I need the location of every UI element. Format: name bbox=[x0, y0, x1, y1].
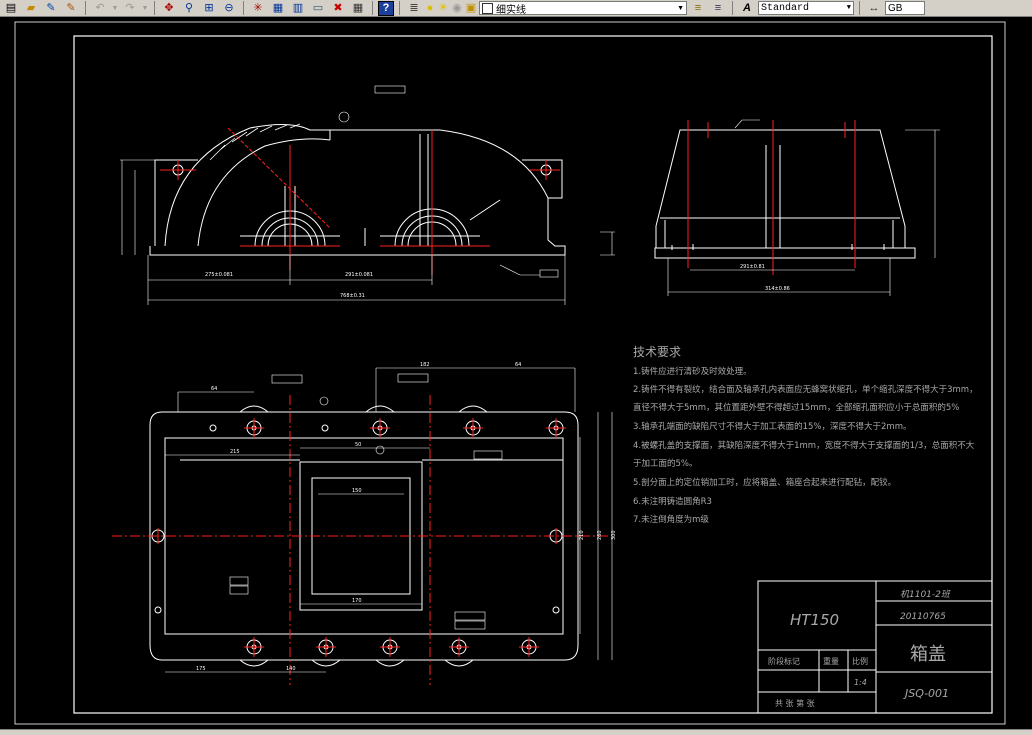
dim-text: 215 bbox=[230, 449, 240, 455]
dim-text: 64 bbox=[515, 362, 521, 368]
tech-note: 6.未注明铸造圆角R3 bbox=[633, 496, 712, 507]
new-file-icon[interactable]: ▤ bbox=[2, 1, 20, 16]
match-properties-icon[interactable]: ✎ bbox=[62, 1, 80, 16]
zoom-realtime-icon[interactable]: ⚲ bbox=[180, 1, 198, 16]
toolbar-separator bbox=[85, 1, 86, 15]
layer-current: 细实线 bbox=[482, 1, 526, 16]
dim-text: 50 bbox=[355, 442, 361, 448]
drawing-canvas[interactable]: 275±0.081 291±0.081 768±0.31 291±0.81 31… bbox=[0, 17, 1032, 730]
help-icon[interactable]: ? bbox=[378, 0, 394, 16]
layer-freeze-sun-icon[interactable]: ☀ bbox=[437, 1, 449, 16]
scale-value: 1:4 bbox=[854, 678, 867, 687]
chevron-down-icon: ▼ bbox=[677, 4, 684, 12]
toolbar-separator bbox=[732, 1, 733, 15]
dim-text: 314±0.86 bbox=[765, 286, 790, 292]
dim-text: 150 bbox=[352, 488, 362, 494]
undo-dropdown-icon[interactable]: ▼ bbox=[111, 1, 119, 16]
layer-name: 细实线 bbox=[496, 4, 526, 16]
layer-viewport-icon[interactable]: ◉ bbox=[451, 1, 463, 16]
tech-note: 3.轴承孔端面的缺陷尺寸不得大于加工表面的15%，深度不得大于2mm。 bbox=[633, 421, 911, 432]
title-block-text: HT150 机1101-2班 20110765 箱盖 阶段标记 重量 比例 1:… bbox=[768, 589, 952, 708]
dim-text: 140 bbox=[286, 666, 296, 672]
chevron-down-icon: ▼ bbox=[846, 4, 851, 12]
text-style-name: Standard bbox=[761, 2, 810, 14]
pan-icon[interactable]: ✥ bbox=[160, 1, 178, 16]
technical-requirements: 技术要求 1.铸件应进行清砂及时效处理。 2.铸件不得有裂纹，结合面及轴承孔内表… bbox=[633, 345, 978, 525]
dim-text: 291±0.081 bbox=[345, 272, 373, 278]
sheet-set-icon[interactable]: ▭ bbox=[309, 1, 327, 16]
top-view-dim-text: 64 182 64 215 50 150 170 175 140 210 260… bbox=[196, 362, 617, 672]
layer-color-swatch bbox=[482, 2, 493, 14]
outer-frame bbox=[14, 21, 1006, 725]
open-file-icon[interactable]: ▰ bbox=[22, 1, 40, 16]
zoom-window-icon[interactable]: ⊞ bbox=[200, 1, 218, 16]
tech-note: 5.剖分面上的定位销加工时，应将箱盖、箱座合起来进行配钻，配铰。 bbox=[633, 477, 896, 488]
side-view bbox=[654, 129, 916, 259]
zoom-previous-icon[interactable]: ⊖ bbox=[220, 1, 238, 16]
tech-note: 1.铸件应进行清砂及时效处理。 bbox=[633, 366, 752, 377]
dim-text: 275±0.081 bbox=[205, 272, 233, 278]
redo-icon[interactable]: ↷ bbox=[121, 1, 139, 16]
drawing-no-text: JSQ-001 bbox=[903, 687, 949, 700]
dim-text: 64 bbox=[211, 386, 217, 392]
dim-text: 182 bbox=[420, 362, 430, 368]
standard-toolbar: ▤ ▰ ✎ ✎ ↶ ▼ ↷ ▼ ✥ ⚲ ⊞ ⊖ ✳ ▦ ▥ ▭ ✖ ▦ ? ≣ … bbox=[0, 0, 1032, 17]
top-view-dims bbox=[165, 367, 613, 673]
layer-lock-icon[interactable]: ▣ bbox=[465, 1, 477, 16]
stage-label: 阶段标记 bbox=[768, 656, 800, 666]
title-block bbox=[757, 580, 993, 714]
layer-dropdown[interactable]: 细实线 ▼ bbox=[479, 1, 687, 16]
tech-note: 2.铸件不得有裂纹，结合面及轴承孔内表面应无蜂窝状缩孔，单个缩孔深度不得大于3m… bbox=[633, 384, 978, 395]
toolbar-separator bbox=[243, 1, 244, 15]
material-text: HT150 bbox=[790, 611, 839, 629]
pencil-icon[interactable]: ✎ bbox=[42, 1, 60, 16]
weight-label: 重量 bbox=[823, 656, 839, 666]
dim-text: 300 bbox=[611, 530, 617, 540]
side-view-dim-text: 291±0.81 314±0.86 bbox=[740, 264, 790, 292]
front-view-dim-text: 275±0.081 291±0.081 768±0.31 bbox=[205, 272, 373, 299]
dim-text: 260 bbox=[597, 530, 603, 540]
command-line[interactable] bbox=[0, 729, 1032, 735]
layer-manager-icon[interactable]: ≣ bbox=[405, 1, 423, 16]
dim-text: 291±0.81 bbox=[740, 264, 765, 270]
side-view-centerlines bbox=[687, 120, 856, 275]
redo-dropdown-icon[interactable]: ▼ bbox=[141, 1, 149, 16]
scale-label: 比例 bbox=[852, 656, 868, 666]
dim-text: 170 bbox=[352, 598, 362, 604]
tech-title: 技术要求 bbox=[633, 345, 681, 359]
dim-text: 175 bbox=[196, 666, 206, 672]
make-layer-current-icon[interactable]: ≡ bbox=[689, 1, 707, 16]
markup-icon[interactable]: ✖ bbox=[329, 1, 347, 16]
layer-on-bulb-icon[interactable]: ● bbox=[425, 1, 435, 16]
dimension-style-name: GB bbox=[888, 2, 903, 14]
calculator-icon[interactable]: ▦ bbox=[349, 1, 367, 16]
toolbar-separator bbox=[399, 1, 400, 15]
sheet-label: 共 张 第 张 bbox=[775, 698, 815, 708]
tech-note: 直径不得大于5mm，其位置距外壁不得超过15mm，全部缩孔面积应小于总面积的5% bbox=[633, 402, 959, 413]
dimension-style-icon[interactable]: ↔ bbox=[865, 1, 883, 16]
front-view bbox=[149, 123, 566, 256]
side-view-dims bbox=[667, 119, 940, 296]
text-style-dropdown[interactable]: Standard ▼ bbox=[758, 1, 854, 15]
toolbar-separator bbox=[372, 1, 373, 15]
layer-previous-icon[interactable]: ≡ bbox=[709, 1, 727, 16]
text-style-icon[interactable]: A bbox=[738, 1, 756, 16]
tech-note: 4.被螺孔盖的支撑面，其缺陷深度不得大于1mm，宽度不得大于支撑面的1/3，总面… bbox=[633, 440, 975, 451]
cad-drawing: 275±0.081 291±0.081 768±0.31 291±0.81 31… bbox=[14, 21, 1006, 725]
student-no-text: 20110765 bbox=[900, 612, 946, 622]
dimension-style-dropdown[interactable]: GB bbox=[885, 1, 925, 15]
dim-text: 210 bbox=[579, 530, 585, 540]
toolbar-separator bbox=[859, 1, 860, 15]
properties-icon[interactable]: ✳ bbox=[249, 1, 267, 16]
tech-note: 于加工面的5%。 bbox=[633, 458, 698, 469]
design-center-icon[interactable]: ▦ bbox=[269, 1, 287, 16]
toolbar-separator bbox=[154, 1, 155, 15]
undo-icon[interactable]: ↶ bbox=[91, 1, 109, 16]
drawing-border bbox=[73, 35, 993, 714]
part-name-text: 箱盖 bbox=[910, 644, 946, 665]
dim-text: 768±0.31 bbox=[340, 293, 365, 299]
class-text: 机1101-2班 bbox=[900, 589, 952, 600]
tool-palettes-icon[interactable]: ▥ bbox=[289, 1, 307, 16]
tech-note: 7.未注倒角度为m级 bbox=[633, 514, 709, 525]
